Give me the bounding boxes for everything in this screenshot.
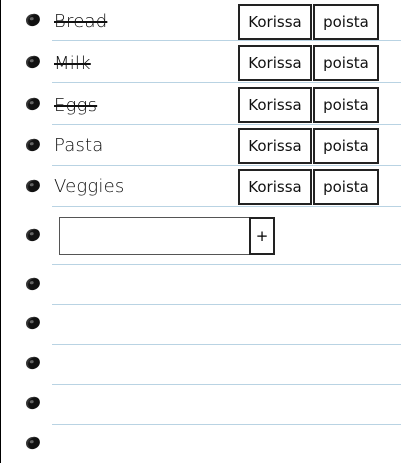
bullet-icon	[24, 137, 42, 153]
item-label: Eggs	[54, 95, 98, 116]
bullet-icon	[24, 96, 42, 112]
rule-line	[52, 304, 401, 305]
rule-line	[52, 82, 401, 83]
bullet-icon	[24, 315, 42, 331]
item-label: Pasta	[54, 135, 104, 156]
add-to-basket-button[interactable]: Korissa	[238, 128, 312, 164]
bullet-icon	[24, 227, 42, 243]
bullet-icon	[24, 435, 42, 451]
bullet-icon	[24, 355, 42, 371]
bullet-icon	[24, 54, 42, 70]
add-item-button[interactable]: +	[249, 217, 275, 255]
notebook-paper: Bread Korissa poista Milk Korissa poista…	[0, 0, 401, 463]
add-to-basket-button[interactable]: Korissa	[238, 4, 312, 40]
item-label: Milk	[54, 53, 91, 74]
bullet-icon	[24, 178, 42, 194]
rule-line	[52, 384, 401, 385]
rule-line	[52, 124, 401, 125]
remove-button[interactable]: poista	[313, 45, 379, 81]
add-to-basket-button[interactable]: Korissa	[238, 45, 312, 81]
remove-button[interactable]: poista	[313, 128, 379, 164]
bullet-icon	[24, 12, 42, 28]
item-label: Veggies	[54, 176, 125, 197]
remove-button[interactable]: poista	[313, 4, 379, 40]
rule-line	[52, 264, 401, 265]
rule-line	[52, 344, 401, 345]
add-to-basket-button[interactable]: Korissa	[238, 169, 312, 205]
item-label: Bread	[54, 11, 108, 32]
bullet-icon	[24, 276, 42, 292]
rule-line	[52, 165, 401, 166]
new-item-input[interactable]	[59, 217, 249, 255]
remove-button[interactable]: poista	[313, 169, 379, 205]
rule-line	[52, 424, 401, 425]
add-to-basket-button[interactable]: Korissa	[238, 87, 312, 123]
remove-button[interactable]: poista	[313, 87, 379, 123]
bullet-icon	[24, 395, 42, 411]
